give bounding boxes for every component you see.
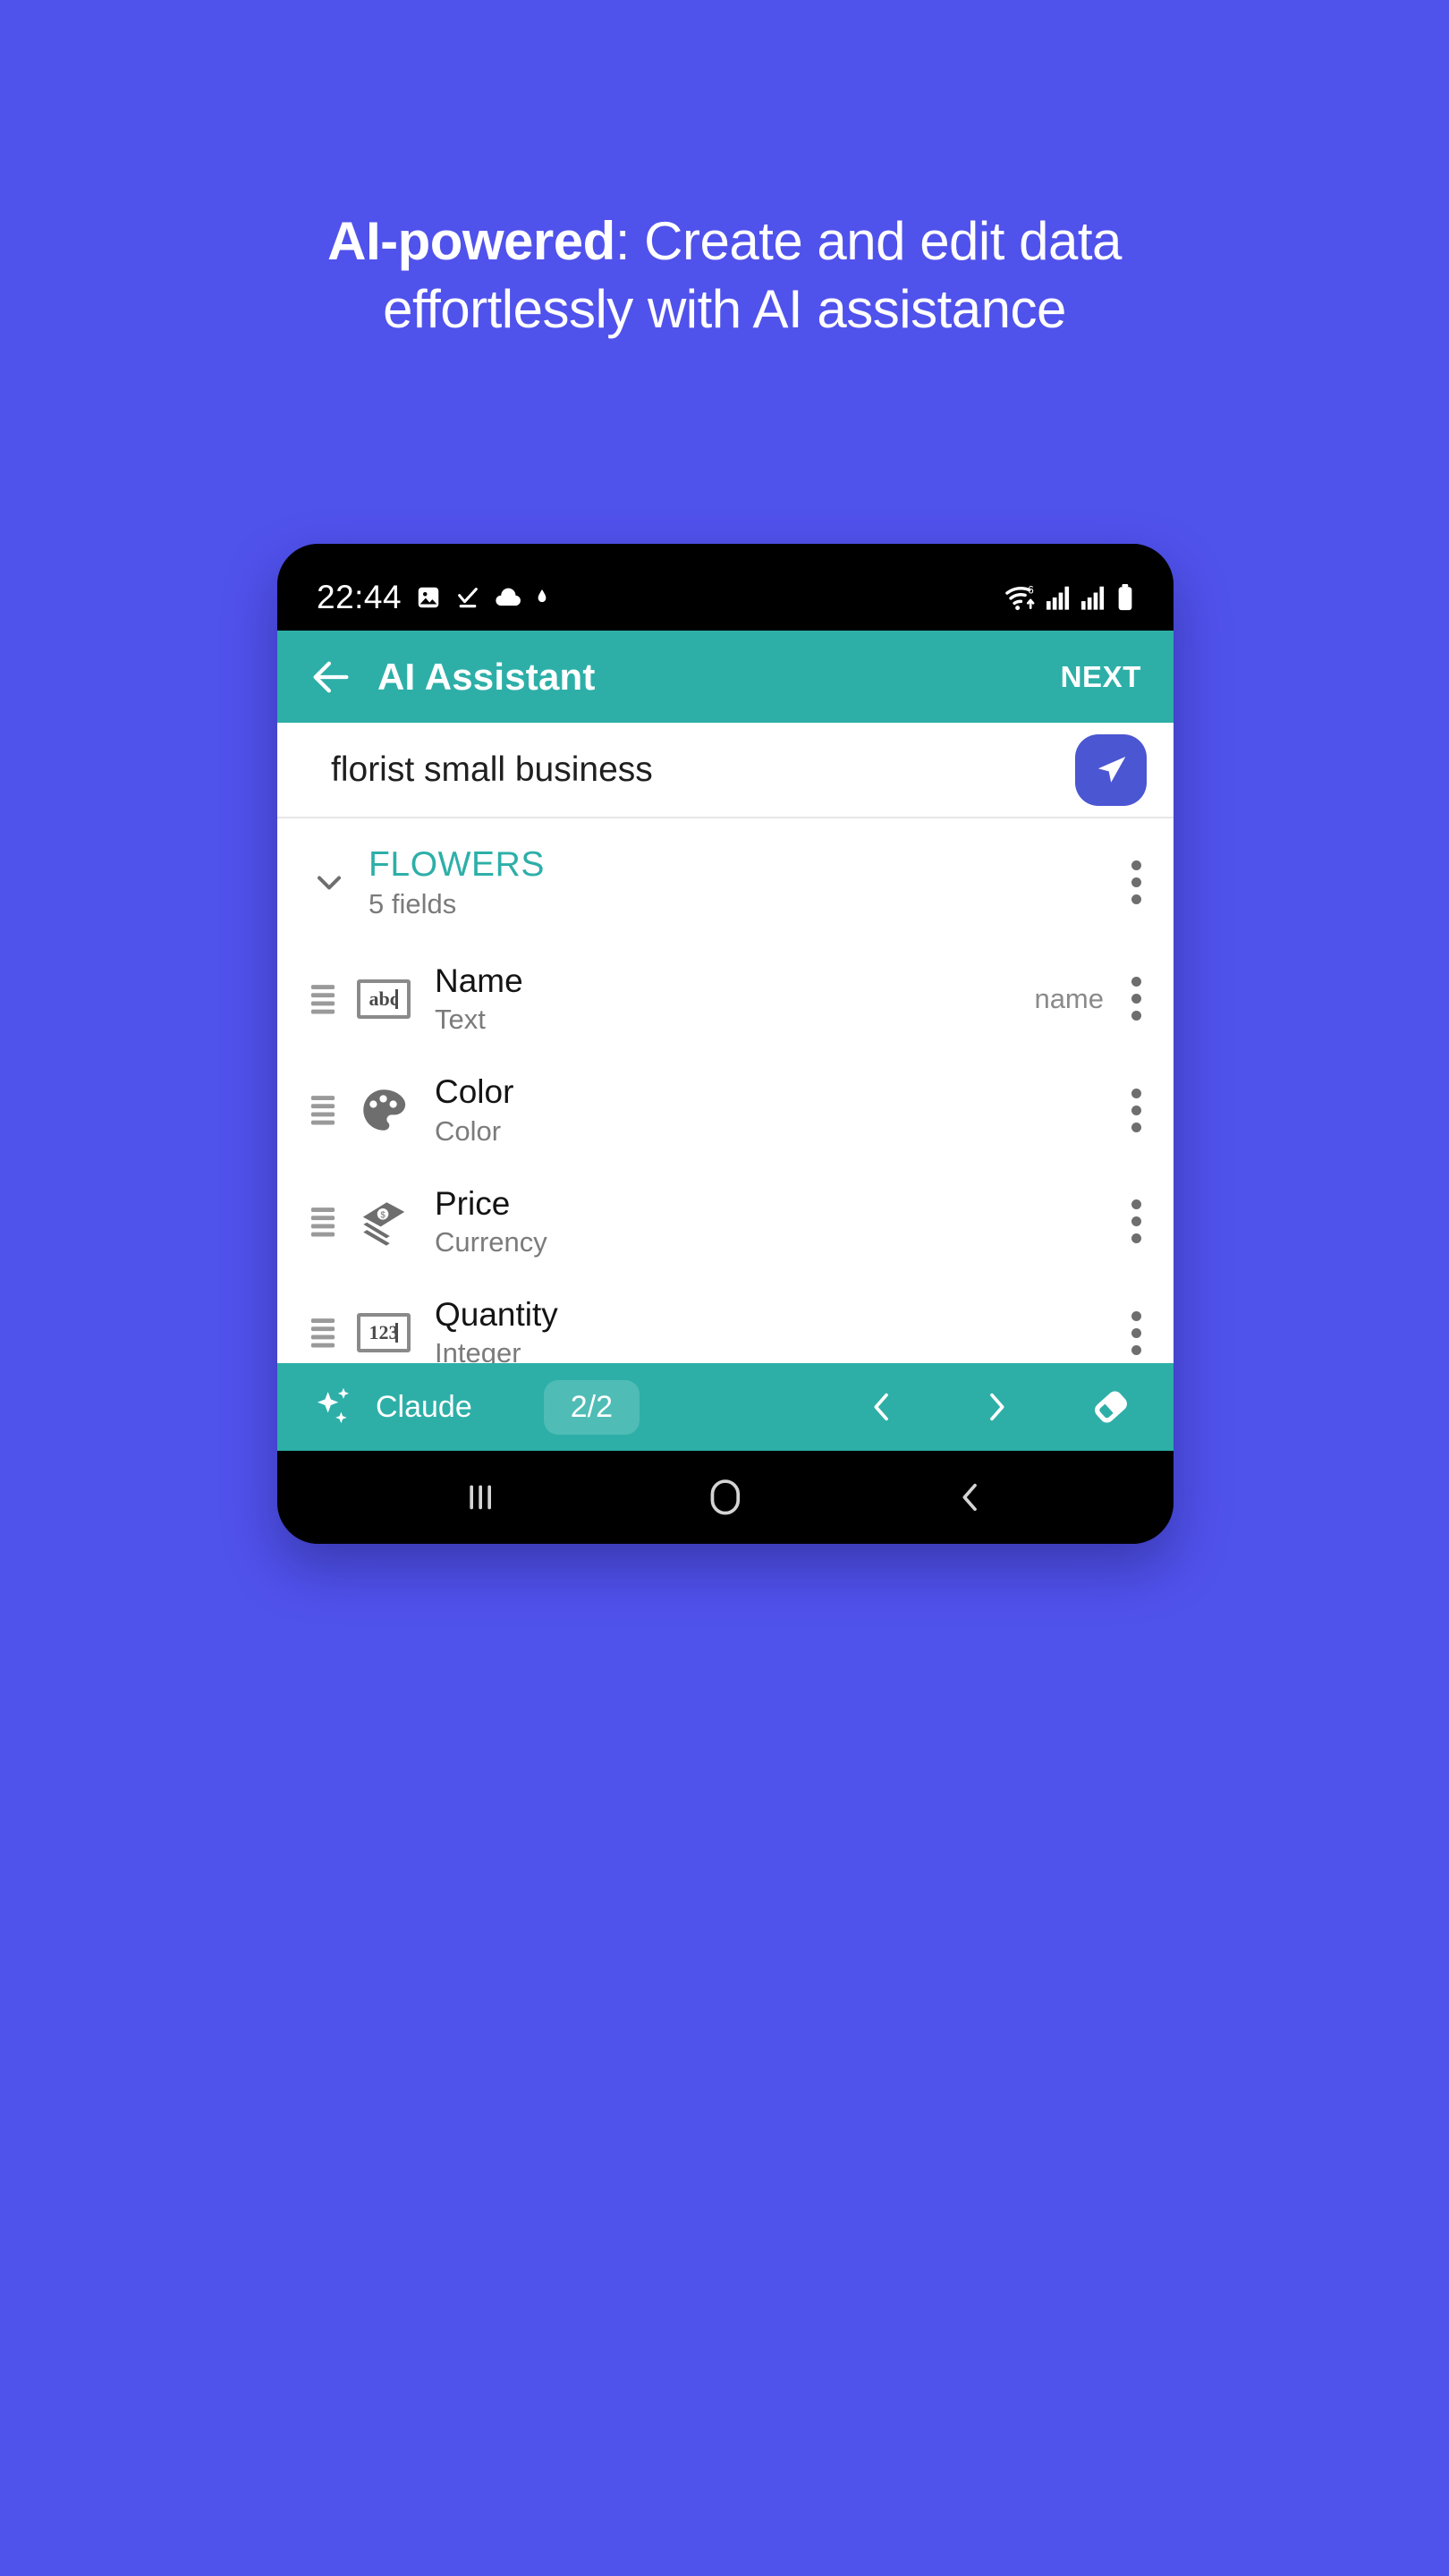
back-button[interactable]: [930, 1470, 1011, 1525]
send-paper-plane-icon: [1097, 756, 1126, 783]
caret-line: [395, 988, 398, 1009]
recents-icon: [470, 1485, 491, 1510]
check-download-icon: [458, 587, 478, 607]
headline-bold: AI-powered: [327, 211, 615, 271]
field-texts: Color Color: [435, 1073, 1104, 1147]
recents-button[interactable]: [440, 1470, 521, 1525]
ai-toolbar: Claude 2/2: [277, 1363, 1174, 1451]
field-overflow-menu-icon[interactable]: [1131, 1310, 1141, 1355]
next-button[interactable]: NEXT: [1061, 660, 1141, 694]
drag-handle-icon[interactable]: [309, 1205, 336, 1239]
number-field-box: 123: [357, 1313, 411, 1353]
field-name: Quantity: [435, 1295, 558, 1333]
phone-mockup: 22:44 6 AI Assistant NEXT florist small …: [277, 544, 1174, 1544]
money-banknotes-icon: $: [356, 1194, 411, 1250]
field-texts: Price Currency: [435, 1185, 1104, 1258]
prev-suggestion-button[interactable]: [848, 1373, 916, 1441]
field-texts: Name Text: [435, 962, 1034, 1036]
field-texts: Quantity Integer: [435, 1296, 1104, 1363]
chevron-left-icon: [874, 1393, 888, 1421]
page-title: AI-powered: Create and edit data effortl…: [0, 208, 1449, 343]
field-overflow-menu-icon[interactable]: [1131, 1088, 1141, 1132]
headline-rest: : Create and edit data: [614, 211, 1123, 271]
group-subtitle: 5 fields: [369, 887, 457, 919]
group-overflow-menu-icon[interactable]: [1131, 860, 1141, 905]
group-title: FLOWERS: [369, 845, 546, 884]
field-trailing-label: name: [1034, 982, 1104, 1014]
home-icon: [710, 1479, 741, 1515]
number-field-glyph: 123: [369, 1321, 399, 1344]
android-nav-bar: [277, 1451, 1174, 1544]
svg-text:6: 6: [1028, 584, 1033, 596]
cloud-icon: [496, 588, 521, 606]
field-row-name[interactable]: abc Name Text name: [277, 944, 1174, 1055]
group-header-flowers[interactable]: FLOWERS 5 fields: [277, 818, 1174, 944]
nav-back-icon: [962, 1483, 977, 1512]
drag-handle-icon[interactable]: [309, 1316, 336, 1350]
field-row-price[interactable]: $ Price Currency: [277, 1166, 1174, 1277]
wifi-6-icon: 6: [1005, 584, 1035, 610]
svg-text:$: $: [380, 1210, 386, 1220]
prompt-input[interactable]: florist small business: [331, 750, 1055, 790]
promo-screenshot: AI-powered: Create and edit data effortl…: [0, 0, 1449, 2576]
field-overflow-menu-icon[interactable]: [1131, 977, 1141, 1021]
drag-handle-icon[interactable]: [309, 982, 336, 1016]
home-button[interactable]: [685, 1470, 766, 1525]
erase-button[interactable]: [1077, 1373, 1145, 1441]
group-texts: FLOWERS 5 fields: [369, 845, 1107, 920]
field-overflow-menu-icon[interactable]: [1131, 1199, 1141, 1244]
field-row-color[interactable]: Color Color: [277, 1055, 1174, 1165]
app-bar: AI Assistant NEXT: [277, 631, 1174, 723]
field-name: Price: [435, 1184, 511, 1222]
color-palette-icon: [356, 1082, 411, 1138]
field-type: Currency: [435, 1225, 547, 1258]
eraser-icon: [1095, 1391, 1127, 1423]
headline-line2: effortlessly with AI assistance: [383, 278, 1066, 339]
field-type: Text: [435, 1004, 486, 1036]
status-bar-right: 6: [1004, 583, 1134, 612]
battery-icon: [1118, 583, 1132, 610]
field-list[interactable]: FLOWERS 5 fields abc Name Text name Colo…: [277, 818, 1174, 1363]
signal-bars-2-icon: [1081, 586, 1105, 610]
ai-model-group[interactable]: Claude: [311, 1384, 472, 1430]
status-time: 22:44: [317, 578, 402, 615]
status-bar-left: 22:44: [317, 579, 548, 616]
text-field-box: abc: [357, 979, 411, 1019]
sparkle-icon: [317, 1387, 350, 1424]
chevron-down-icon[interactable]: [309, 863, 349, 902]
ai-model-name: Claude: [376, 1389, 472, 1424]
field-type: Color: [435, 1114, 502, 1147]
signal-bars-icon: [1046, 586, 1070, 610]
number-field-icon: 123: [356, 1305, 411, 1360]
field-name: Name: [435, 962, 523, 999]
next-suggestion-button[interactable]: [962, 1373, 1030, 1441]
status-bar: 22:44 6: [277, 544, 1174, 631]
image-icon: [418, 587, 439, 607]
field-type: Integer: [435, 1337, 521, 1363]
page-counter-badge: 2/2: [543, 1379, 640, 1435]
text-field-glyph: abc: [369, 987, 399, 1010]
caret-line: [395, 1323, 398, 1343]
text-field-icon: abc: [356, 971, 411, 1027]
chevron-right-icon: [990, 1393, 1004, 1421]
dot-icon: [538, 589, 547, 602]
app-bar-title: AI Assistant: [377, 655, 596, 698]
back-arrow-icon[interactable]: [308, 654, 354, 700]
field-name: Color: [435, 1073, 514, 1111]
field-row-quantity[interactable]: 123 Quantity Integer: [277, 1277, 1174, 1363]
prompt-row: florist small business: [277, 723, 1174, 818]
send-button[interactable]: [1075, 733, 1147, 806]
drag-handle-icon[interactable]: [309, 1093, 336, 1127]
